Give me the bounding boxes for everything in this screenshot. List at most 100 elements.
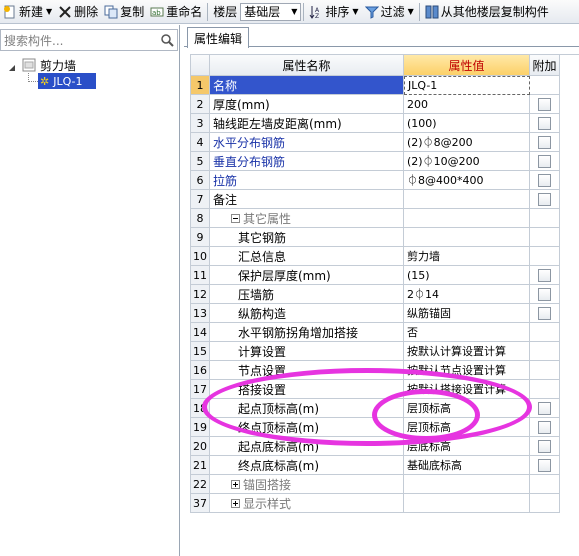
table-row[interactable]: 17 搭接设置 按默认搭接设置计算 <box>191 380 579 399</box>
property-value-cell[interactable]: 2⏀14 <box>404 285 530 304</box>
property-name-cell[interactable]: 终点底标高(m) <box>210 456 404 475</box>
table-row[interactable]: 19 终点顶标高(m) 层顶标高 <box>191 418 579 437</box>
property-value-cell[interactable]: (100) <box>404 114 530 133</box>
extra-checkbox[interactable] <box>538 439 551 453</box>
property-name-cell[interactable]: 其它钢筋 <box>210 228 404 247</box>
table-row[interactable]: 7 备注 <box>191 190 579 209</box>
property-name-cell[interactable]: 水平分布钢筋 <box>210 133 404 152</box>
table-row[interactable]: 1 名称 JLQ-1 <box>191 76 579 95</box>
table-row[interactable]: 15 计算设置 按默认计算设置计算 <box>191 342 579 361</box>
chevron-down-icon[interactable]: ▼ <box>46 7 52 16</box>
property-value-cell[interactable]: 层顶标高 <box>404 399 530 418</box>
property-name-cell[interactable]: 纵筋构造 <box>210 304 404 323</box>
filter-button[interactable]: 过滤 ▼ <box>362 1 417 23</box>
tree-node-selected[interactable]: ✲ JLQ-1 <box>38 73 96 89</box>
property-name-cell[interactable]: 水平钢筋拐角增加搭接 <box>210 323 404 342</box>
tree-node-jlq1[interactable]: ✲ JLQ-1 <box>0 73 178 89</box>
table-row[interactable]: 20 起点底标高(m) 层底标高 <box>191 437 579 456</box>
property-name-cell[interactable]: 终点顶标高(m) <box>210 418 404 437</box>
tree-node-shear-wall[interactable]: 剪力墙 <box>0 57 178 73</box>
property-value-cell[interactable]: 剪力墙 <box>404 247 530 266</box>
extra-checkbox[interactable] <box>538 154 551 168</box>
property-name-cell[interactable]: 备注 <box>210 190 404 209</box>
extra-checkbox[interactable] <box>538 401 551 415</box>
property-name-cell[interactable]: 起点顶标高(m) <box>210 399 404 418</box>
table-row[interactable]: 4 水平分布钢筋 (2)⏀8@200 <box>191 133 579 152</box>
extra-checkbox[interactable] <box>538 287 551 301</box>
search-icon[interactable] <box>157 30 177 50</box>
property-name-cell[interactable]: 压墙筋 <box>210 285 404 304</box>
table-row[interactable]: 16 节点设置 按默认节点设置计算 <box>191 361 579 380</box>
extra-checkbox[interactable] <box>538 268 551 282</box>
extra-checkbox[interactable] <box>538 458 551 472</box>
copy-from-other-floor-button[interactable]: 从其他楼层复制构件 <box>422 1 552 23</box>
property-value-cell[interactable]: 层底标高 <box>404 437 530 456</box>
property-name-cell[interactable]: 名称 <box>210 76 404 95</box>
property-value-cell[interactable]: (15) <box>404 266 530 285</box>
table-row[interactable]: 37 显示样式 <box>191 494 579 513</box>
property-name-cell[interactable]: 锚固搭接 <box>210 475 404 494</box>
property-value-cell[interactable]: 纵筋锚固 <box>404 304 530 323</box>
property-value-cell[interactable] <box>404 475 530 494</box>
property-name-cell[interactable]: 其它属性 <box>210 209 404 228</box>
table-row[interactable]: 14 水平钢筋拐角增加搭接 否 <box>191 323 579 342</box>
property-value-cell[interactable] <box>404 209 530 228</box>
property-name-cell[interactable]: 起点底标高(m) <box>210 437 404 456</box>
property-value-cell[interactable]: 按默认节点设置计算 <box>404 361 530 380</box>
new-button[interactable]: 新建 ▼ <box>0 1 55 23</box>
table-row[interactable]: 13 纵筋构造 纵筋锚固 <box>191 304 579 323</box>
table-row[interactable]: 11 保护层厚度(mm) (15) <box>191 266 579 285</box>
property-value-cell[interactable] <box>404 494 530 513</box>
property-name-cell[interactable]: 拉筋 <box>210 171 404 190</box>
property-name-cell[interactable]: 保护层厚度(mm) <box>210 266 404 285</box>
table-row[interactable]: 21 终点底标高(m) 基础底标高 <box>191 456 579 475</box>
property-name-cell[interactable]: 节点设置 <box>210 361 404 380</box>
collapse-triangle-icon[interactable] <box>8 61 16 71</box>
extra-checkbox[interactable] <box>538 135 551 149</box>
table-row[interactable]: 2 厚度(mm) 200 <box>191 95 579 114</box>
search-box[interactable]: 搜索构件... <box>0 29 178 51</box>
search-input[interactable]: 搜索构件... <box>1 32 157 49</box>
extra-checkbox[interactable] <box>538 192 551 206</box>
property-value-cell[interactable]: (2)⏀10@200 <box>404 152 530 171</box>
property-name-cell[interactable]: 厚度(mm) <box>210 95 404 114</box>
extra-checkbox[interactable] <box>538 420 551 434</box>
table-row[interactable]: 9 其它钢筋 <box>191 228 579 247</box>
property-value-cell[interactable] <box>404 228 530 247</box>
table-row[interactable]: 3 轴线距左墙皮距离(mm) (100) <box>191 114 579 133</box>
property-value-cell[interactable]: 按默认计算设置计算 <box>404 342 530 361</box>
extra-checkbox[interactable] <box>538 306 551 320</box>
property-name-cell[interactable]: 显示样式 <box>210 494 404 513</box>
sort-button[interactable]: AZ 排序 ▼ <box>306 1 361 23</box>
property-value-cell[interactable]: 层顶标高 <box>404 418 530 437</box>
property-name-cell[interactable]: 垂直分布钢筋 <box>210 152 404 171</box>
property-value-cell[interactable]: 按默认搭接设置计算 <box>404 380 530 399</box>
property-value-cell[interactable]: JLQ-1 <box>404 76 530 95</box>
table-row[interactable]: 10 汇总信息 剪力墙 <box>191 247 579 266</box>
tab-property-edit[interactable]: 属性编辑 <box>187 27 250 48</box>
table-row[interactable]: 8 其它属性 <box>191 209 579 228</box>
property-value-cell[interactable]: ⏀8@400*400 <box>404 171 530 190</box>
property-value-cell[interactable]: 200 <box>404 95 530 114</box>
property-value-cell[interactable]: 基础底标高 <box>404 456 530 475</box>
property-name-cell[interactable]: 计算设置 <box>210 342 404 361</box>
delete-button[interactable]: 删除 <box>55 1 101 23</box>
table-row[interactable]: 18 起点顶标高(m) 层顶标高 <box>191 399 579 418</box>
rename-button[interactable]: ab 重命名 <box>147 1 205 23</box>
table-row[interactable]: 22 锚固搭接 <box>191 475 579 494</box>
floor-select[interactable]: 基础层 ▼ <box>240 2 302 21</box>
table-row[interactable]: 6 拉筋 ⏀8@400*400 <box>191 171 579 190</box>
property-value-cell[interactable] <box>404 190 530 209</box>
property-name-cell[interactable]: 汇总信息 <box>210 247 404 266</box>
expand-icon[interactable] <box>231 479 240 489</box>
collapse-icon[interactable] <box>231 213 240 223</box>
table-row[interactable]: 5 垂直分布钢筋 (2)⏀10@200 <box>191 152 579 171</box>
property-name-cell[interactable]: 搭接设置 <box>210 380 404 399</box>
property-value-cell[interactable]: 否 <box>404 323 530 342</box>
copy-button[interactable]: 复制 <box>101 1 147 23</box>
property-name-cell[interactable]: 轴线距左墙皮距离(mm) <box>210 114 404 133</box>
table-row[interactable]: 12 压墙筋 2⏀14 <box>191 285 579 304</box>
expand-icon[interactable] <box>231 498 240 508</box>
extra-checkbox[interactable] <box>538 173 551 187</box>
extra-checkbox[interactable] <box>538 97 551 111</box>
